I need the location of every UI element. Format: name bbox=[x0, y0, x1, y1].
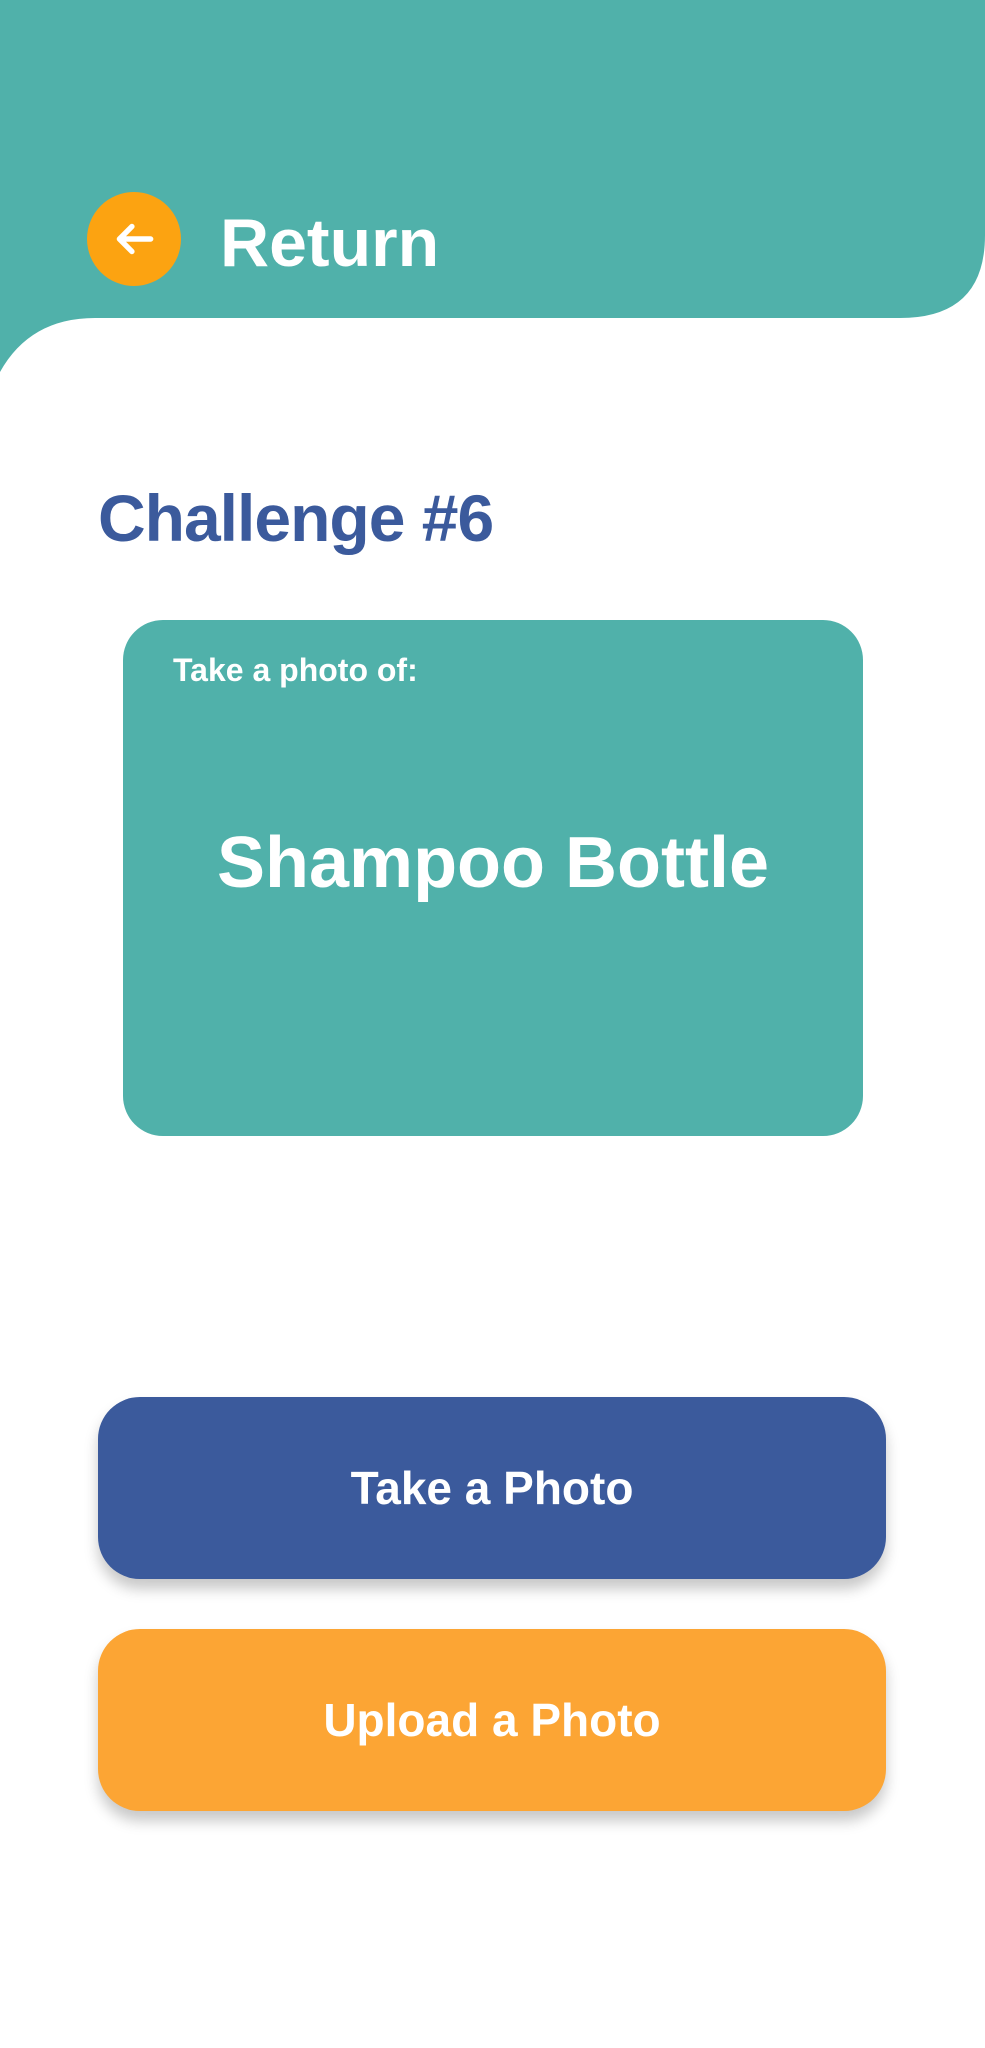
back-button[interactable] bbox=[87, 192, 181, 286]
page-title: Challenge #6 bbox=[98, 481, 494, 555]
prompt-object-name: Shampoo Bottle bbox=[217, 823, 769, 903]
prompt-intro-text: Take a photo of: bbox=[173, 652, 418, 688]
challenge-prompt-card: Take a photo of: Shampoo Bottle bbox=[123, 620, 863, 1136]
header-background bbox=[0, 0, 985, 372]
take-photo-button[interactable]: Take a Photo bbox=[98, 1397, 886, 1579]
return-label[interactable]: Return bbox=[220, 200, 439, 286]
upload-photo-button[interactable]: Upload a Photo bbox=[98, 1629, 886, 1811]
arrow-left-icon bbox=[116, 223, 154, 255]
